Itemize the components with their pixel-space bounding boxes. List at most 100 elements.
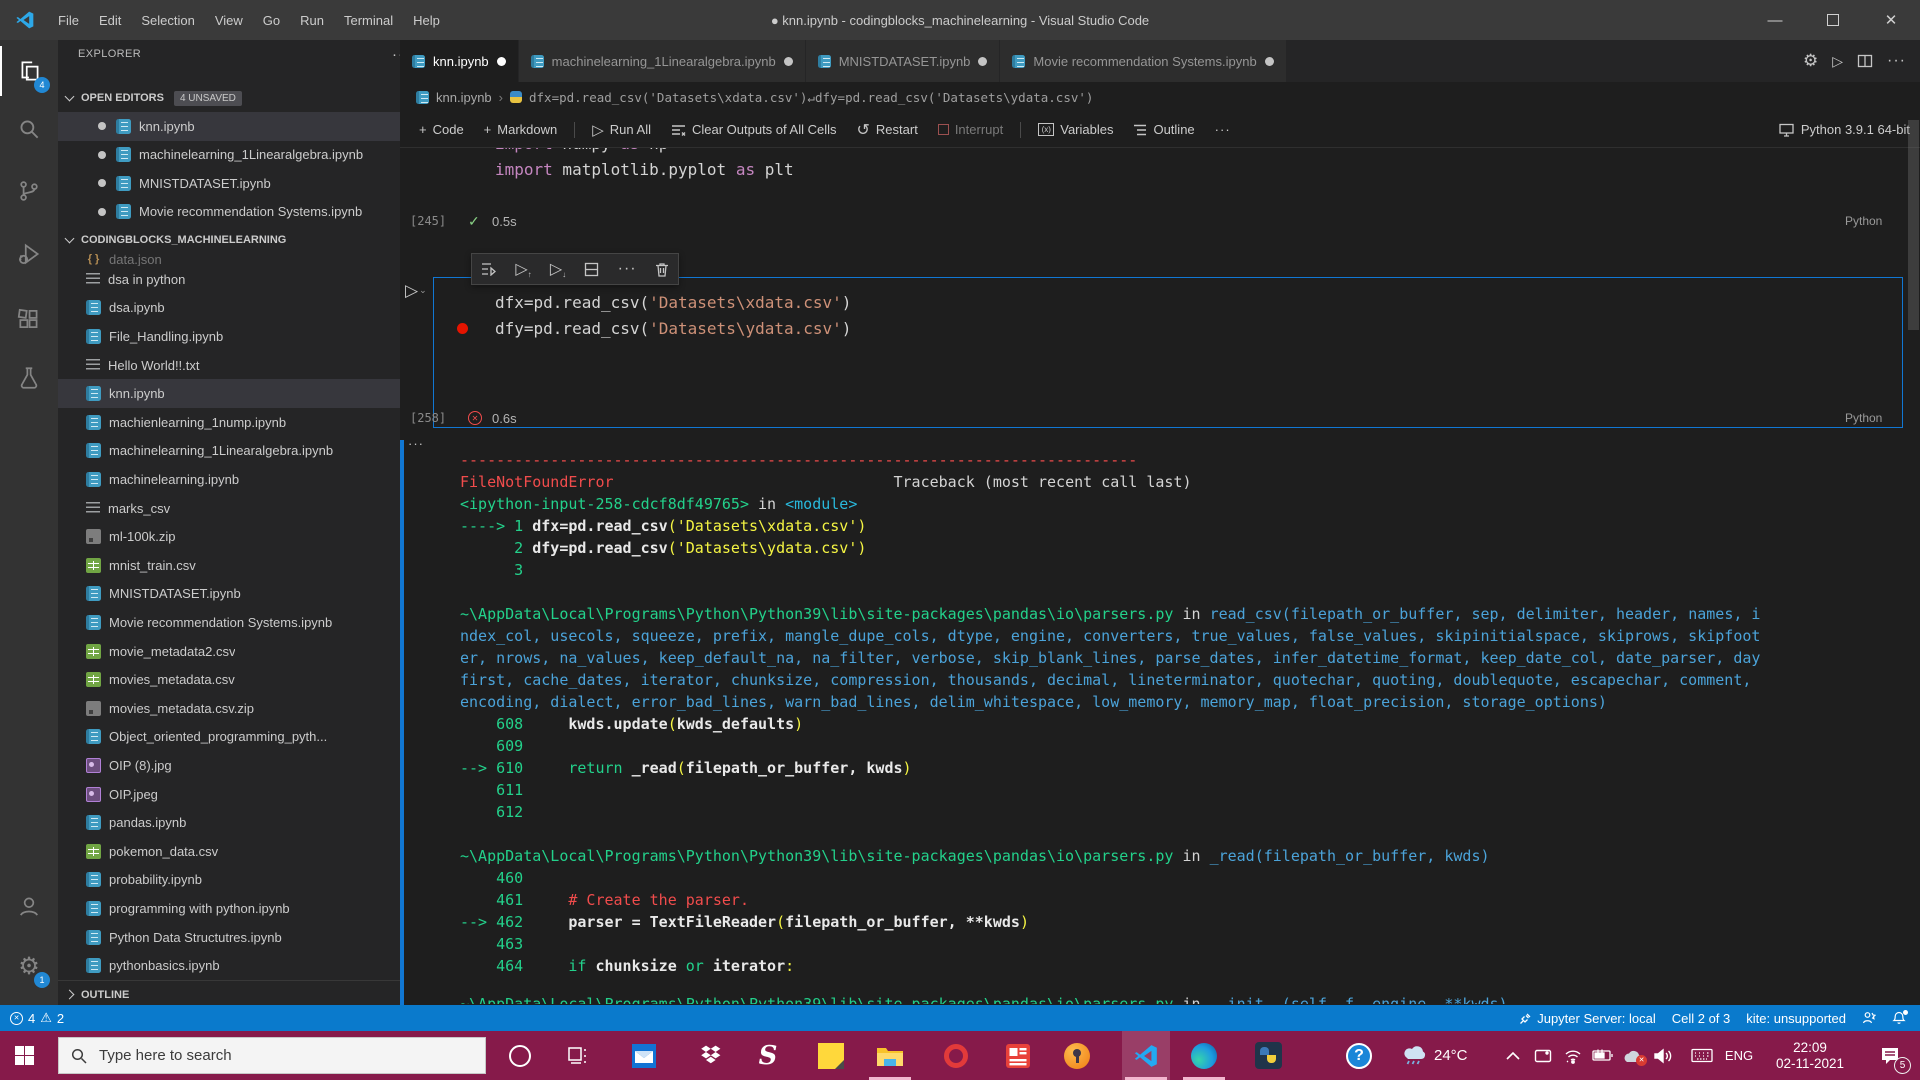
- file-item[interactable]: machinelearning.ipynb: [58, 465, 400, 494]
- restart-button[interactable]: ↺ Restart: [848, 117, 927, 143]
- breadcrumb[interactable]: knn.ipynb › dfx=pd.read_csv('Datasets\xd…: [400, 82, 1920, 112]
- file-item[interactable]: probability.ipynb: [58, 866, 400, 895]
- run-above-icon[interactable]: ▷ ↑: [515, 259, 531, 279]
- menu-help[interactable]: Help: [403, 0, 450, 40]
- gear-icon[interactable]: ⚙: [1803, 51, 1818, 71]
- file-item[interactable]: mnist_train.csv: [58, 551, 400, 580]
- file-item[interactable]: Object_oriented_programming_pyth...: [58, 723, 400, 752]
- cell-language[interactable]: Python: [1845, 214, 1882, 228]
- kernel-picker[interactable]: Python 3.9.1 64-bit: [1779, 122, 1910, 137]
- toolbar-more-button[interactable]: ···: [1206, 117, 1240, 143]
- workspace-header[interactable]: CODINGBLOCKS_MACHINELEARNING: [58, 226, 400, 254]
- start-button[interactable]: [0, 1031, 48, 1080]
- notifications-bell[interactable]: [1892, 1010, 1908, 1025]
- jupyter-server-status[interactable]: Jupyter Server: local: [1519, 1011, 1656, 1026]
- taskbar-search[interactable]: Type here to search: [58, 1037, 486, 1074]
- outline-button[interactable]: Outline: [1124, 117, 1203, 143]
- edge-icon[interactable]: [1180, 1031, 1228, 1080]
- temperature-label[interactable]: 24°C: [1434, 1031, 1494, 1080]
- clear-outputs-button[interactable]: Clear Outputs of All Cells: [662, 117, 846, 143]
- run-below-icon[interactable]: ▷ ↓: [550, 259, 566, 279]
- cell-position[interactable]: Cell 2 of 3: [1672, 1011, 1731, 1026]
- dirty-dot[interactable]: [1264, 56, 1274, 66]
- taskbar-clock[interactable]: 22:09 02-11-2021: [1760, 1031, 1860, 1080]
- file-item[interactable]: machinelearning_1Linearalgebra.ipynb: [58, 437, 400, 466]
- news-icon[interactable]: [994, 1031, 1042, 1080]
- tab-knn.ipynb[interactable]: knn.ipynb: [400, 40, 518, 82]
- file-item[interactable]: File_Handling.ipynb: [58, 322, 400, 351]
- source-control-icon[interactable]: [0, 166, 58, 216]
- volume-icon[interactable]: [1648, 1031, 1678, 1080]
- search-icon[interactable]: [0, 104, 58, 154]
- menu-go[interactable]: Go: [253, 0, 290, 40]
- file-item[interactable]: dsa in python: [58, 265, 400, 294]
- file-item[interactable]: pythonbasics.ipynb: [58, 951, 400, 980]
- lightshot-icon[interactable]: S: [744, 1031, 792, 1080]
- dirty-dot[interactable]: [496, 56, 506, 66]
- weather-icon[interactable]: [1391, 1031, 1435, 1080]
- sidebar-more-actions[interactable]: ···: [392, 46, 400, 63]
- onedrive-icon[interactable]: ✕: [1617, 1031, 1647, 1080]
- cell-language[interactable]: Python: [1845, 411, 1882, 425]
- file-item[interactable]: marks_csv: [58, 494, 400, 523]
- add-code-cell-button[interactable]: + Code: [410, 117, 473, 143]
- menu-selection[interactable]: Selection: [131, 0, 204, 40]
- touch-keyboard-icon[interactable]: [1687, 1031, 1717, 1080]
- account-icon[interactable]: [0, 881, 58, 931]
- cortana-icon[interactable]: [496, 1031, 544, 1080]
- menu-run[interactable]: Run: [290, 0, 334, 40]
- file-item[interactable]: movies_metadata.csv.zip: [58, 694, 400, 723]
- open-editor-item[interactable]: knn.ipynb: [58, 112, 400, 141]
- language-indicator[interactable]: ENG: [1719, 1031, 1759, 1080]
- split-cell-icon[interactable]: [584, 262, 599, 277]
- dirty-dot[interactable]: [783, 56, 793, 66]
- cell-2-code[interactable]: dfx=pd.read_csv('Datasets\xdata.csv') dfy…: [495, 290, 851, 342]
- file-item[interactable]: dsa.ipynb: [58, 294, 400, 323]
- open-editor-item[interactable]: MNISTDATASET.ipynb: [58, 169, 400, 198]
- opera-icon[interactable]: [932, 1031, 980, 1080]
- file-item[interactable]: programming with python.ipynb: [58, 894, 400, 923]
- scrollbar[interactable]: [1908, 120, 1919, 330]
- file-item[interactable]: pandas.ipynb: [58, 808, 400, 837]
- file-item[interactable]: knn.ipynb: [58, 379, 400, 408]
- more-actions-icon[interactable]: ···: [1887, 52, 1906, 70]
- menu-edit[interactable]: Edit: [89, 0, 131, 40]
- file-item[interactable]: MNISTDATASET.ipynb: [58, 580, 400, 609]
- menu-file[interactable]: File: [48, 0, 89, 40]
- outline-header[interactable]: OUTLINE: [58, 980, 400, 1005]
- python-app-icon[interactable]: [1244, 1031, 1292, 1080]
- task-view-icon[interactable]: [553, 1031, 601, 1080]
- problems-warnings[interactable]: ⚠ 2: [40, 1010, 64, 1026]
- tab-MNISTDATASET.ipynb[interactable]: MNISTDATASET.ipynb: [805, 40, 1000, 82]
- open-editor-item[interactable]: machinelearning_1Linearalgebra.ipynb: [58, 141, 400, 170]
- minimize-button[interactable]: —: [1746, 0, 1804, 40]
- execute-above-icon[interactable]: [481, 262, 497, 276]
- tab-Movie recommendation Systems.ipynb[interactable]: Movie recommendation Systems.ipynb: [1000, 40, 1286, 82]
- action-center-icon[interactable]: 5: [1867, 1031, 1913, 1080]
- file-item[interactable]: movies_metadata.csv: [58, 665, 400, 694]
- dirty-dot[interactable]: [978, 56, 988, 66]
- variables-button[interactable]: (x) Variables: [1029, 117, 1122, 143]
- sticky-notes-icon[interactable]: [807, 1031, 855, 1080]
- vscode-taskbar-icon[interactable]: [1122, 1031, 1170, 1080]
- run-all-button[interactable]: ▷ Run All: [583, 117, 660, 143]
- menu-view[interactable]: View: [205, 0, 253, 40]
- mail-icon[interactable]: [620, 1031, 668, 1080]
- tray-expand-icon[interactable]: [1498, 1031, 1528, 1080]
- battery-icon[interactable]: [1588, 1031, 1618, 1080]
- extensions-icon[interactable]: [0, 294, 58, 344]
- split-editor-icon[interactable]: [1857, 53, 1873, 69]
- open-editors-header[interactable]: OPEN EDITORS 4 UNSAVED: [58, 84, 400, 112]
- run-cell-button[interactable]: ▷ ⌄: [405, 281, 427, 301]
- tablet-mode-icon[interactable]: [1528, 1031, 1558, 1080]
- file-explorer-icon[interactable]: [866, 1031, 914, 1080]
- menu-terminal[interactable]: Terminal: [334, 0, 403, 40]
- close-button[interactable]: ✕: [1862, 0, 1920, 40]
- get-help-icon[interactable]: ?: [1335, 1031, 1383, 1080]
- delete-cell-icon[interactable]: [655, 262, 669, 277]
- file-item[interactable]: pokemon_data.csv: [58, 837, 400, 866]
- settings-gear-icon[interactable]: ⚙ 1: [0, 941, 58, 991]
- file-item[interactable]: ml-100k.zip: [58, 522, 400, 551]
- maximize-button[interactable]: [1804, 0, 1862, 40]
- wifi-icon[interactable]: [1558, 1031, 1588, 1080]
